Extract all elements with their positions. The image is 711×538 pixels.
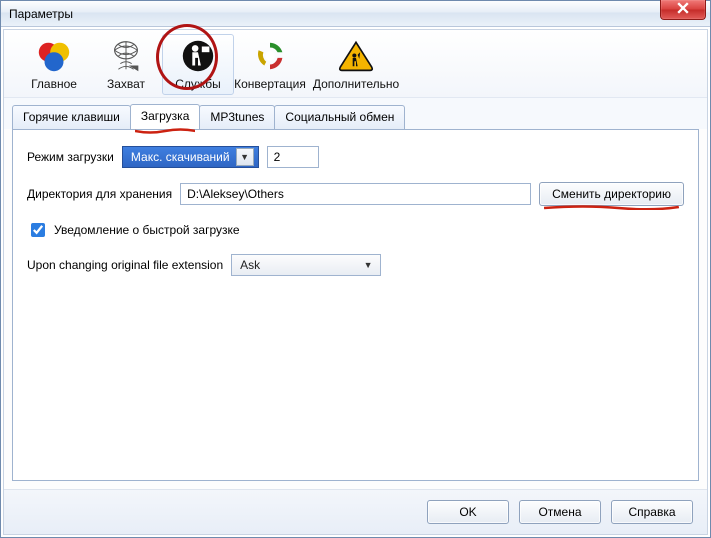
dialog-window: Параметры Google Главное (0, 0, 711, 538)
directory-input[interactable] (180, 183, 531, 205)
window-title: Параметры (9, 7, 73, 21)
close-button[interactable] (660, 0, 706, 20)
toolbar-item-label: Захват (107, 77, 145, 91)
toolbar-item-main[interactable]: Главное (18, 34, 90, 95)
toolbar-item-label: Главное (31, 77, 77, 91)
ext-change-label: Upon changing original file extension (27, 258, 223, 272)
recycle-arrows-icon (251, 37, 289, 75)
tab-hotkeys[interactable]: Горячие клавиши (12, 105, 131, 129)
close-icon (677, 2, 689, 17)
change-directory-button[interactable]: Сменить директорию (539, 182, 684, 206)
toolbar-item-label: Дополнительно (313, 77, 399, 91)
checkbox-label: Уведомление о быстрой загрузке (54, 223, 240, 237)
button-label: Справка (628, 505, 675, 519)
row-extension-change: Upon changing original file extension As… (27, 254, 684, 276)
spheres-icon (35, 37, 73, 75)
combo-value: Макс. скачиваний (131, 150, 230, 164)
dialog-body: Главное Захват (3, 29, 708, 535)
download-mode-label: Режим загрузки (27, 150, 114, 164)
row-directory: Директория для хранения Сменить директор… (27, 182, 684, 206)
tab-label: Социальный обмен (285, 110, 394, 124)
tab-label: Горячие клавиши (23, 110, 120, 124)
toolbar-item-label: Службы (175, 77, 220, 91)
tab-label: MP3tunes (210, 110, 264, 124)
dialog-footer: OK Отмена Справка (4, 489, 707, 534)
button-label: Сменить директорию (552, 187, 671, 201)
help-button[interactable]: Справка (611, 500, 693, 524)
button-label: Отмена (538, 505, 581, 519)
checkbox-input[interactable] (31, 223, 45, 237)
warning-sign-icon (337, 37, 375, 75)
toolbar-item-services[interactable]: Службы (162, 34, 234, 95)
chevron-down-icon: ▼ (360, 257, 376, 273)
cancel-button[interactable]: Отмена (519, 500, 601, 524)
ext-change-combo[interactable]: Ask ▼ (231, 254, 381, 276)
ok-button[interactable]: OK (427, 500, 509, 524)
directory-label: Директория для хранения (27, 187, 172, 201)
tab-download[interactable]: Загрузка (130, 104, 201, 129)
category-toolbar: Главное Захват (4, 30, 707, 98)
button-label: OK (459, 505, 476, 519)
toolbar-item-label: Конвертация (234, 77, 306, 91)
tab-panel-download: Режим загрузки Макс. скачиваний ▼ Директ… (12, 129, 699, 481)
row-download-mode: Режим загрузки Макс. скачиваний ▼ (27, 146, 684, 168)
titlebar: Параметры Google (1, 1, 710, 27)
toolbar-item-capture[interactable]: Захват (90, 34, 162, 95)
max-downloads-input[interactable] (267, 146, 319, 168)
tab-mp3tunes[interactable]: MP3tunes (199, 105, 275, 129)
combo-value: Ask (240, 258, 260, 272)
tabstrip: Горячие клавиши Загрузка MP3tunes Социал… (4, 98, 707, 129)
tab-social[interactable]: Социальный обмен (274, 105, 405, 129)
toolbar-item-extra[interactable]: Дополнительно (306, 34, 406, 95)
chevron-down-icon: ▼ (236, 148, 254, 166)
download-mode-combo[interactable]: Макс. скачиваний ▼ (122, 146, 259, 168)
person-sign-icon (179, 37, 217, 75)
fast-notify-checkbox[interactable]: Уведомление о быстрой загрузке (27, 220, 684, 240)
tab-label: Загрузка (141, 109, 190, 123)
annotation-underline (135, 123, 196, 129)
globe-net-icon (107, 37, 145, 75)
toolbar-item-convert[interactable]: Конвертация (234, 34, 306, 95)
